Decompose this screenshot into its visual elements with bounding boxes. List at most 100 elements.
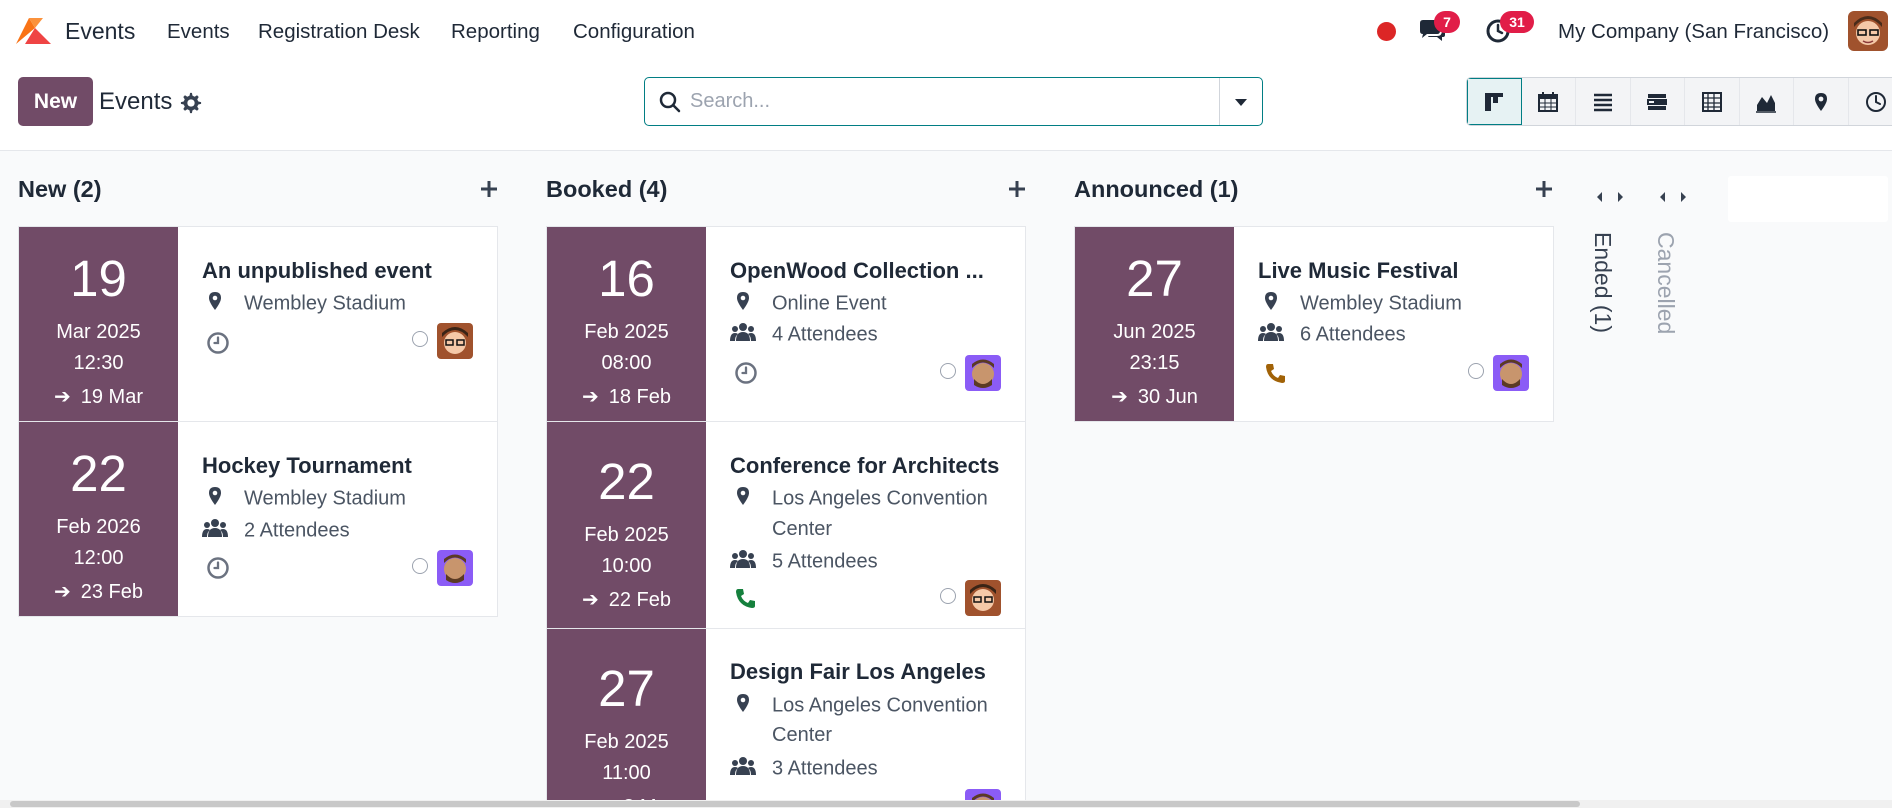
card-name[interactable]: Conference for Architects (730, 453, 999, 479)
card-end-date: ➔ 30 Jun (1111, 386, 1198, 408)
folded-column-ended[interactable]: Ended (1) (1589, 232, 1616, 333)
folded-column-cancelled[interactable]: Cancelled (1652, 232, 1679, 334)
map-pin-icon (730, 486, 756, 512)
event-card[interactable]: 16 Feb 2025 08:00 ➔ 18 Feb OpenWood Colle… (546, 226, 1026, 422)
search-options-toggle[interactable] (1220, 78, 1262, 125)
users-icon (730, 322, 756, 348)
card-day: 27 (598, 660, 655, 717)
list-view-button[interactable] (1576, 78, 1631, 125)
column-title-booked[interactable]: Booked (4) (546, 176, 667, 203)
card-location: Wembley Stadium (1258, 291, 1462, 317)
users-icon (730, 549, 756, 575)
column-add-icon-booked[interactable] (1005, 177, 1029, 201)
card-month: Mar 2025 (56, 321, 141, 343)
arrow-right-icon: ➔ (53, 386, 71, 408)
card-name[interactable]: Hockey Tournament (202, 453, 412, 479)
scrollbar-thumb[interactable] (10, 801, 1580, 807)
card-attendees: 5 Attendees (730, 549, 878, 575)
card-end-date: ➔ 22 Feb (581, 589, 672, 611)
card-date-block: 22 Feb 2025 10:00 ➔ 22 Feb (547, 422, 706, 628)
card-end-date: ➔ 23 Feb (53, 581, 144, 603)
gear-icon[interactable] (180, 92, 202, 114)
event-card[interactable]: 22 Feb 2026 12:00 ➔ 23 Feb Hockey Tournam… (18, 421, 498, 617)
clock-icon[interactable] (734, 361, 758, 385)
phone-icon[interactable] (734, 586, 758, 610)
card-day: 19 (70, 250, 127, 307)
gantt-view-button[interactable] (1630, 78, 1685, 125)
kanban-state-dot[interactable] (412, 331, 428, 347)
clock-icon[interactable] (206, 331, 230, 355)
record-status-icon[interactable] (1377, 22, 1396, 41)
kanban-state-dot[interactable] (940, 363, 956, 379)
gantt-icon (1647, 93, 1668, 110)
menu-reporting[interactable]: Reporting (451, 20, 540, 44)
event-card[interactable]: 19 Mar 2025 12:30 ➔ 19 Mar An unpublished… (18, 226, 498, 422)
card-end-date: ➔ 19 Mar (53, 386, 143, 408)
menu-configuration[interactable]: Configuration (573, 20, 695, 44)
column-add-icon-announced[interactable] (1532, 177, 1556, 201)
add-column-placeholder[interactable] (1728, 176, 1888, 222)
card-name[interactable]: An unpublished event (202, 258, 432, 284)
avatar[interactable] (437, 323, 473, 359)
avatar[interactable] (965, 580, 1001, 616)
card-attendees: 6 Attendees (1258, 322, 1406, 348)
map-view-button[interactable] (1794, 78, 1849, 125)
fold-arrows-icon-cancelled[interactable] (1658, 189, 1688, 205)
column-add-icon-new[interactable] (477, 177, 501, 201)
event-card[interactable]: 27 Feb 2025 11:00 ➔3 M Design Fair Los A… (546, 628, 1026, 808)
card-attendees: 3 Attendees (730, 756, 878, 782)
calendar-icon (1538, 91, 1559, 112)
card-date-block: 22 Feb 2026 12:00 ➔ 23 Feb (19, 422, 178, 616)
kanban-state-dot[interactable] (1468, 363, 1484, 379)
app-name[interactable]: Events (65, 18, 135, 45)
search-input[interactable] (690, 86, 1190, 116)
top-navbar: Events Events Registration Desk Reportin… (0, 0, 1892, 62)
graph-view-button[interactable] (1739, 78, 1794, 125)
kanban-state-dot[interactable] (412, 558, 428, 574)
arrow-right-icon: ➔ (1111, 386, 1128, 408)
card-day: 22 (70, 445, 127, 502)
user-avatar[interactable] (1848, 11, 1888, 51)
map-pin-icon (202, 486, 228, 512)
page-title[interactable]: Events (99, 88, 172, 116)
phone-icon[interactable] (1264, 361, 1288, 385)
event-card[interactable]: 27 Jun 2025 23:15 ➔ 30 Jun Live Music Fes… (1074, 226, 1554, 422)
fold-arrows-icon-ended[interactable] (1595, 189, 1625, 205)
search-icon[interactable] (659, 91, 681, 113)
card-location-continued: Center (772, 518, 833, 540)
card-name[interactable]: Live Music Festival (1258, 258, 1459, 284)
event-card[interactable]: 22 Feb 2025 10:00 ➔ 22 Feb Conference for… (546, 421, 1026, 629)
horizontal-scrollbar[interactable] (0, 800, 1892, 808)
card-time: 12:30 (73, 352, 124, 374)
arrow-right-icon: ➔ (581, 589, 599, 611)
avatar[interactable] (965, 355, 1001, 391)
chat-count-badge: 7 (1434, 11, 1460, 33)
card-date-block: 27 Jun 2025 23:15 ➔ 30 Jun (1075, 227, 1234, 421)
new-button[interactable]: New (18, 77, 93, 126)
kanban-view-button[interactable] (1467, 78, 1522, 125)
card-month: Feb 2025 (584, 524, 669, 546)
kanban-state-dot[interactable] (940, 588, 956, 604)
company-switcher[interactable]: My Company (San Francisco) (1558, 20, 1829, 44)
pivot-view-button[interactable] (1685, 78, 1740, 125)
menu-events[interactable]: Events (167, 20, 230, 44)
map-pin-icon (202, 291, 228, 317)
card-month: Jun 2025 (1113, 321, 1196, 343)
activity-view-button[interactable] (1848, 78, 1892, 125)
caret-down-icon (1235, 98, 1247, 106)
avatar[interactable] (1493, 355, 1529, 391)
column-title-announced[interactable]: Announced (1) (1074, 176, 1239, 203)
card-month: Feb 2025 (584, 321, 669, 343)
card-attendees: 4 Attendees (730, 322, 878, 348)
pivot-icon (1701, 91, 1722, 112)
clock-icon[interactable] (206, 556, 230, 580)
events-app-icon[interactable] (13, 14, 53, 46)
card-name[interactable]: OpenWood Collection ... (730, 258, 984, 284)
calendar-view-button[interactable] (1521, 78, 1576, 125)
area-chart-icon (1756, 94, 1777, 113)
avatar[interactable] (437, 550, 473, 586)
card-name[interactable]: Design Fair Los Angeles (730, 659, 986, 685)
column-title-new[interactable]: New (2) (18, 176, 102, 203)
card-date-block: 19 Mar 2025 12:30 ➔ 19 Mar (19, 227, 178, 421)
menu-registration-desk[interactable]: Registration Desk (258, 20, 420, 44)
